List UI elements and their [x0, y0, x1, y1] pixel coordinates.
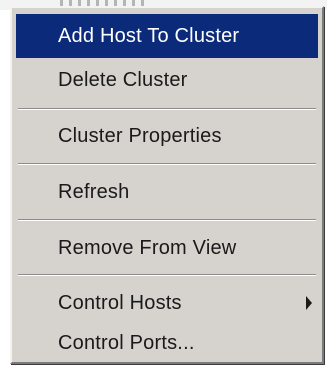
menu-item-remove-from-view[interactable]: Remove From View: [16, 226, 318, 270]
menu-separator: [18, 163, 316, 165]
menu-item-label: Remove From View: [58, 236, 237, 259]
menu-item-label: Control Hosts: [58, 291, 182, 314]
menu-item-refresh[interactable]: Refresh: [16, 170, 318, 214]
menu-item-label: Refresh: [58, 180, 130, 203]
menu-item-label: Add Host To Cluster: [58, 24, 240, 47]
menu-separator: [18, 219, 316, 221]
menu-item-control-hosts[interactable]: Control Hosts: [16, 281, 318, 325]
menu-item-control-ports[interactable]: Control Ports...: [16, 321, 318, 365]
menu-separator: [18, 108, 316, 110]
menu-item-label: Control Ports...: [58, 331, 195, 354]
screenshot-canvas: Add Host To Cluster Delete Cluster Clust…: [0, 0, 327, 368]
submenu-arrow-icon: [306, 296, 312, 310]
menu-item-add-host-to-cluster[interactable]: Add Host To Cluster: [16, 14, 318, 58]
menu-item-cluster-properties[interactable]: Cluster Properties: [16, 114, 318, 158]
menu-item-label: Cluster Properties: [58, 124, 222, 147]
menu-item-delete-cluster[interactable]: Delete Cluster: [16, 58, 318, 102]
menu-separator: [18, 274, 316, 276]
menu-item-label: Delete Cluster: [58, 68, 188, 91]
context-menu: Add Host To Cluster Delete Cluster Clust…: [10, 6, 324, 364]
